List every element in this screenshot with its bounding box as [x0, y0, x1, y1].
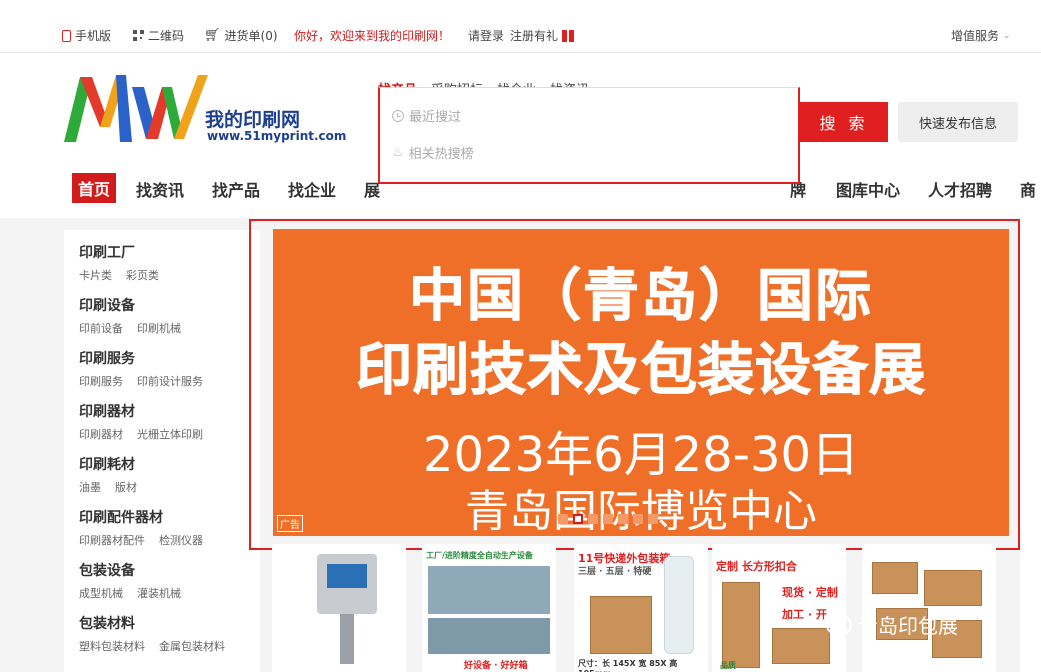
- category-group: 包装设备 成型机械 灌装机械: [79, 560, 181, 601]
- subcategory-link[interactable]: 光栅立体印刷: [137, 426, 203, 442]
- ad-banner[interactable]: 中国（青岛）国际 印刷技术及包装设备展 2023年6月28-30日 青岛国际博览…: [273, 229, 1009, 537]
- welcome-text: 你好，欢迎来到我的印刷网！: [294, 29, 451, 43]
- cart-icon: 🛒︎: [204, 28, 221, 43]
- subcategory-link[interactable]: 检测仪器: [159, 532, 203, 548]
- subcategory-link[interactable]: 印前设备: [79, 320, 123, 336]
- printer-stand: [340, 614, 354, 664]
- gift-icon: [562, 29, 575, 42]
- category-group: 印刷器材 印刷器材 光栅立体印刷: [79, 401, 203, 442]
- banner-subtitle: 印刷技术及包装设备展: [356, 338, 926, 404]
- clock-icon: [392, 109, 404, 122]
- banner-title: 中国（青岛）国际: [409, 264, 873, 330]
- subcategory-link[interactable]: 印刷服务: [79, 373, 123, 389]
- carousel-dots: [558, 514, 658, 524]
- carousel-dot[interactable]: [618, 514, 628, 524]
- category-title[interactable]: 印刷器材: [79, 401, 203, 421]
- category-title[interactable]: 印刷设备: [79, 295, 181, 315]
- category-title[interactable]: 印刷配件器材: [79, 507, 203, 527]
- category-title[interactable]: 包装材料: [79, 613, 225, 633]
- nav-companies[interactable]: 找企业: [288, 177, 336, 201]
- category-title[interactable]: 包装设备: [79, 560, 181, 580]
- register-link[interactable]: 注册有礼: [510, 27, 575, 44]
- services-menu[interactable]: 增值服务 ⌄: [951, 27, 1011, 44]
- subcategory-link[interactable]: 印刷器材: [79, 426, 123, 442]
- carousel-dot[interactable]: [633, 514, 643, 524]
- nav-home[interactable]: 首页: [72, 173, 117, 203]
- subcategory-link[interactable]: 灌装机械: [137, 585, 181, 601]
- watermark: 青岛印包展: [826, 610, 958, 639]
- banner-venue: 青岛国际博览中心: [465, 486, 817, 537]
- cart-link[interactable]: 🛒︎ 进货单(0): [204, 27, 278, 44]
- search-dropdown: 最近搜过 ♨ 相关热搜榜: [378, 87, 800, 184]
- recent-searches[interactable]: 最近搜过: [392, 106, 461, 125]
- subcategory-link[interactable]: 油墨: [79, 479, 101, 495]
- box-image: [590, 596, 652, 654]
- category-title[interactable]: 印刷耗材: [79, 454, 137, 474]
- product-card[interactable]: 工厂/进阶精度全自动生产设备 好设备 · 好好箱: [422, 544, 556, 672]
- nav-more[interactable]: 商: [1020, 177, 1036, 201]
- qrcode-icon: [133, 30, 144, 41]
- logo-url: www.51myprint.com: [207, 129, 347, 143]
- product-card[interactable]: 定制 长方形扣合 现货 · 定制 加工 · 开 品质: [712, 544, 846, 672]
- hot-searches[interactable]: ♨ 相关热搜榜: [392, 143, 474, 162]
- bottle-image: [664, 556, 694, 654]
- carousel-dot[interactable]: [588, 514, 598, 524]
- category-title[interactable]: 印刷服务: [79, 348, 203, 368]
- factory-photo: [428, 618, 550, 654]
- nav-products[interactable]: 找产品: [212, 177, 260, 201]
- nav-gallery[interactable]: 图库中心: [836, 177, 900, 201]
- subcategory-link[interactable]: 印前设计服务: [137, 373, 203, 389]
- product-card[interactable]: [862, 544, 996, 672]
- product-card[interactable]: [272, 544, 406, 672]
- category-title[interactable]: 印刷工厂: [79, 242, 159, 262]
- category-group: 印刷工厂 卡片类 彩页类: [79, 242, 159, 283]
- qrcode-link[interactable]: 二维码: [133, 27, 184, 44]
- login-link[interactable]: 请登录: [468, 27, 504, 44]
- mobile-link[interactable]: 手机版: [62, 27, 111, 44]
- category-group: 包装材料 塑料包装材料 金属包装材料: [79, 613, 225, 654]
- carousel-dot[interactable]: [558, 514, 568, 524]
- subcategory-link[interactable]: 卡片类: [79, 267, 112, 283]
- carousel-dot[interactable]: [603, 514, 613, 524]
- product-thumbnails: 工厂/进阶精度全自动生产设备 好设备 · 好好箱 11号快递外包装箱 三层 · …: [272, 540, 1032, 672]
- nav-news[interactable]: 找资讯: [136, 177, 184, 201]
- top-bar: 手机版 二维码 🛒︎ 进货单(0) 你好，欢迎来到我的印刷网！ 请登录 注册有礼…: [0, 0, 1041, 53]
- phone-icon: [62, 29, 71, 42]
- printer-screen: [327, 564, 367, 588]
- factory-photo: [428, 566, 550, 614]
- flame-icon: ♨: [392, 145, 404, 160]
- carousel-dot[interactable]: [648, 514, 658, 524]
- category-group: 印刷配件器材 印刷器材配件 检测仪器: [79, 507, 203, 548]
- box-image: [722, 582, 760, 668]
- box-image: [924, 570, 982, 606]
- product-card[interactable]: 11号快递外包装箱 三层 · 五层 · 特硬 尺寸：长 145X 宽 85X 高…: [574, 544, 708, 672]
- carousel-dot-active[interactable]: [573, 514, 583, 524]
- search-button[interactable]: 搜 索: [800, 102, 888, 142]
- logo-name: 我的印刷网: [205, 109, 301, 131]
- subcategory-link[interactable]: 成型机械: [79, 585, 123, 601]
- box-image: [772, 628, 830, 664]
- category-group: 印刷服务 印刷服务 印前设计服务: [79, 348, 203, 389]
- subcategory-link[interactable]: 金属包装材料: [159, 638, 225, 654]
- category-group: 印刷设备 印前设备 印刷机械: [79, 295, 181, 336]
- subcategory-link[interactable]: 印刷器材配件: [79, 532, 145, 548]
- subcategory-link[interactable]: 彩页类: [126, 267, 159, 283]
- ad-tag: 广告: [277, 515, 303, 532]
- publish-button[interactable]: 快速发布信息: [898, 102, 1018, 142]
- subcategory-link[interactable]: 塑料包装材料: [79, 638, 145, 654]
- subcategory-link[interactable]: 印刷机械: [137, 320, 181, 336]
- subcategory-link[interactable]: 版材: [115, 479, 137, 495]
- category-group: 印刷耗材 油墨 版材: [79, 454, 137, 495]
- chevron-down-icon: ⌄: [1003, 30, 1011, 41]
- category-sidebar: 印刷工厂 卡片类 彩页类 印刷设备 印前设备 印刷机械 印刷服务 印刷服务 印前设计服…: [64, 230, 260, 672]
- box-image: [872, 562, 918, 594]
- wechat-icon: [826, 613, 852, 636]
- nav-jobs[interactable]: 人才招聘: [928, 177, 992, 201]
